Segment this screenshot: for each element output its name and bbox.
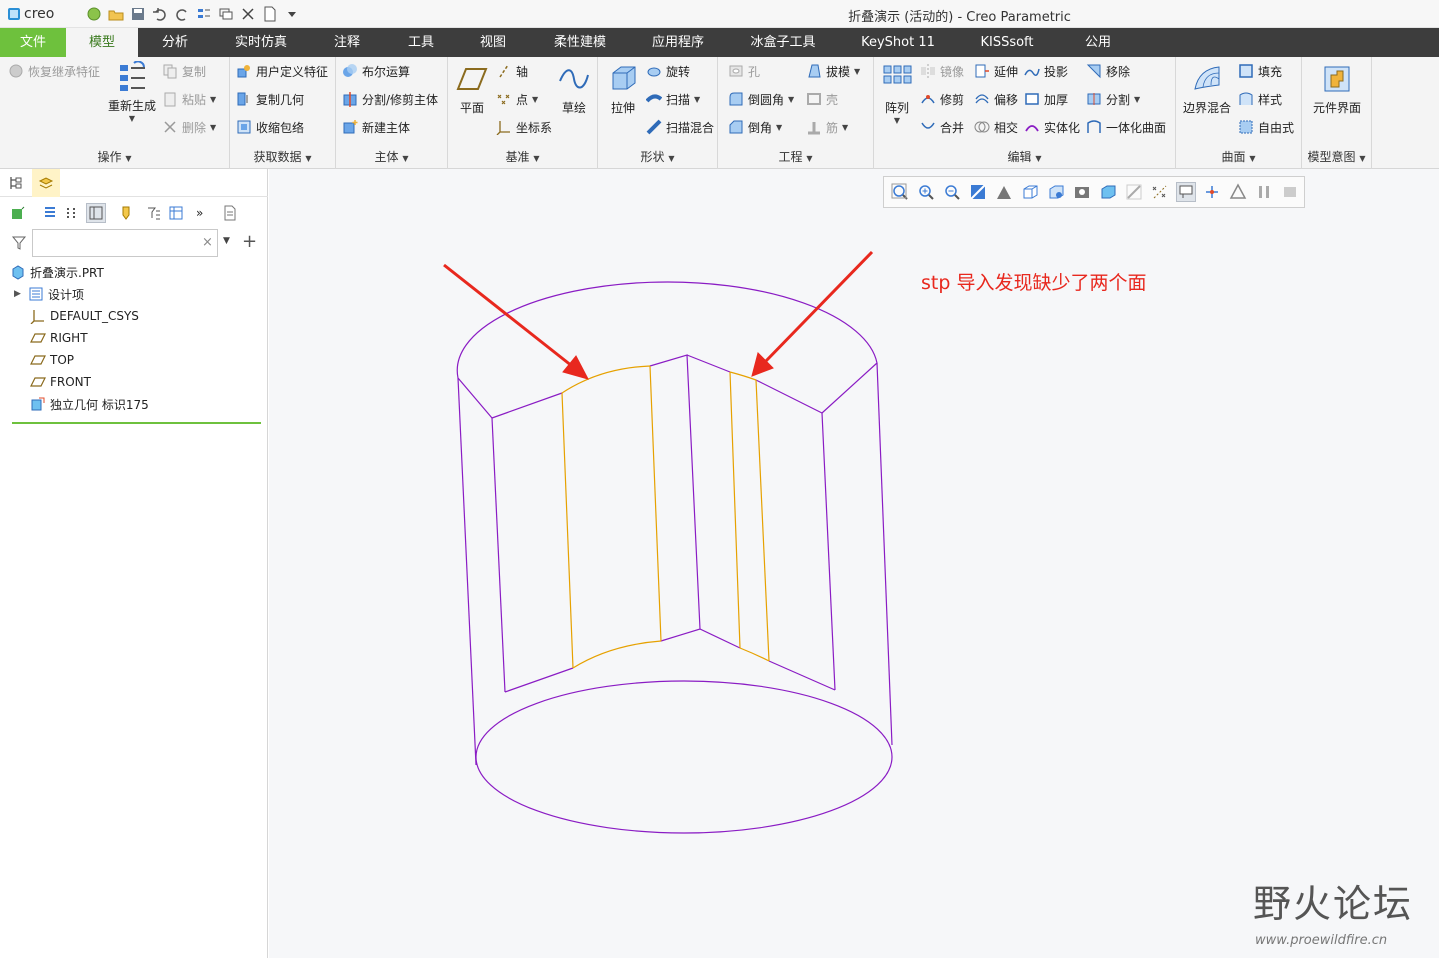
right-curved-line-1 — [729, 371, 741, 649]
inner-notch-right — [686, 354, 731, 373]
left-curved-bottom-edge — [572, 640, 662, 669]
inner-left-top-edge — [491, 392, 563, 419]
arrow-left-line — [443, 263, 573, 368]
annotation-text: stp 导入发现缺少了两个面 — [921, 272, 1147, 294]
inner-right-wall — [821, 412, 836, 691]
outer-left-edge — [457, 377, 477, 766]
outer-right-edge — [876, 362, 893, 746]
left-curved-line-2 — [649, 365, 662, 642]
arrow-left-head — [562, 355, 589, 380]
watermark-url: www.proewildfire.cn — [1255, 933, 1388, 948]
left-curved-line-1 — [561, 392, 574, 669]
inner-bottom-notch — [660, 628, 741, 649]
right-curved-bottom-edge — [739, 647, 770, 662]
bottom-ellipse — [475, 680, 893, 834]
inner-bottom-left — [504, 667, 574, 693]
creo-window: creo 折叠演示 (活动的) - Creo Parametric 文件 模型 … — [0, 0, 1439, 958]
inner-bottom-right — [768, 660, 836, 691]
right-curved-line-2 — [755, 379, 770, 662]
model-wireframe — [443, 250, 893, 834]
inner-notch-left — [649, 354, 701, 630]
arrow-right-line — [763, 250, 874, 364]
top-rim-edge — [456, 281, 878, 419]
watermark-title: 野火论坛 — [1253, 882, 1414, 926]
inner-right-top-edge — [755, 379, 823, 414]
inner-left-wall — [491, 417, 506, 693]
watermark: 野火论坛 www.proewildfire.cn — [1253, 873, 1433, 953]
